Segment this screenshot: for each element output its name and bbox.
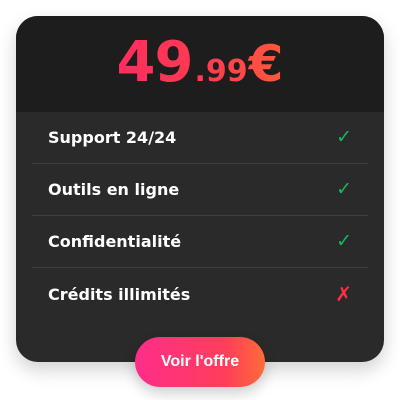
checkmark-icon: ✓ xyxy=(336,126,352,148)
feature-label: Support 24/24 xyxy=(48,128,177,147)
price: 49 .99 € xyxy=(117,35,284,91)
feature-list: Support 24/24 ✓ Outils en ligne ✓ Confid… xyxy=(32,112,368,320)
price-currency: € xyxy=(248,35,284,93)
pricing-card: 49 .99 € Support 24/24 ✓ Outils en ligne… xyxy=(16,16,384,362)
feature-item-privacy: Confidentialité ✓ xyxy=(32,216,368,268)
price-decimal: .99 xyxy=(194,54,248,89)
price-integer: 49 xyxy=(116,30,193,95)
checkmark-icon: ✓ xyxy=(336,178,352,200)
feature-item-unlimited-credits: Crédits illimités ✗ xyxy=(32,268,368,320)
feature-label: Confidentialité xyxy=(48,232,182,251)
feature-label: Outils en ligne xyxy=(48,180,180,199)
feature-item-support: Support 24/24 ✓ xyxy=(32,112,368,164)
feature-item-online-tools: Outils en ligne ✓ xyxy=(32,164,368,216)
price-header: 49 .99 € xyxy=(16,16,384,112)
cross-icon: ✗ xyxy=(335,282,352,306)
checkmark-icon: ✓ xyxy=(336,230,352,252)
feature-label: Crédits illimités xyxy=(48,284,191,304)
view-offer-button[interactable]: Voir l'offre xyxy=(135,337,265,387)
